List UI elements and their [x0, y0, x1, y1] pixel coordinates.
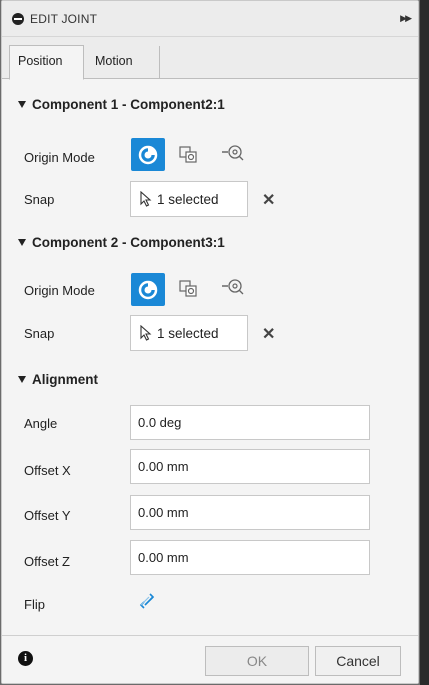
- caret-down-icon: [18, 376, 26, 383]
- component2-origin-mode-label: Origin Mode: [24, 283, 95, 298]
- component2-origin-mode-simple-button[interactable]: [131, 273, 165, 306]
- offset-z-label: Offset Z: [24, 554, 70, 569]
- flip-icon[interactable]: [138, 592, 156, 610]
- component1-snap-selection[interactable]: 1 selected: [130, 181, 248, 217]
- info-icon[interactable]: i: [18, 651, 33, 666]
- component1-between-two-faces-icon[interactable]: [178, 143, 202, 165]
- component1-origin-mode-simple-button[interactable]: [131, 138, 165, 171]
- title-bar: EDIT JOINT ▶▶: [2, 1, 418, 37]
- minus-circle-icon[interactable]: [12, 12, 24, 25]
- angle-label: Angle: [24, 416, 58, 431]
- alignment-header-label: Alignment: [32, 372, 98, 387]
- tab-bar: Position Motion: [2, 37, 418, 80]
- component2-snap-clear-icon[interactable]: ✕: [262, 324, 275, 344]
- cursor-arrow-icon: [140, 191, 152, 207]
- component2-header-label: Component 2 - Component3:1: [32, 235, 225, 250]
- component2-snap-label: Snap: [24, 326, 55, 341]
- dialog-title: EDIT JOINT: [30, 11, 98, 26]
- component1-snap-clear-icon[interactable]: ✕: [262, 190, 275, 210]
- offset-x-label: Offset X: [24, 463, 71, 478]
- component1-section-header[interactable]: Component 1 - Component2:1: [18, 97, 225, 112]
- tab-motion[interactable]: Motion: [87, 46, 160, 78]
- component2-between-two-faces-icon[interactable]: [178, 277, 202, 299]
- angle-input[interactable]: 0.0 deg: [130, 405, 370, 440]
- simple-origin-icon: [138, 145, 158, 164]
- simple-origin-icon: [138, 280, 158, 299]
- component1-two-edge-intersection-icon[interactable]: [221, 142, 245, 164]
- dialog-footer: i OK Cancel: [2, 635, 418, 683]
- background-strip: [420, 0, 429, 685]
- component2-snap-value: 1 selected: [157, 325, 219, 341]
- offset-z-input[interactable]: 0.00 mm: [130, 540, 370, 575]
- expand-icon[interactable]: ▶▶: [400, 13, 412, 24]
- offset-y-label: Offset Y: [24, 508, 71, 523]
- component1-snap-value: 1 selected: [157, 191, 219, 207]
- cursor-arrow-icon: [140, 325, 152, 341]
- caret-down-icon: [18, 101, 26, 108]
- flip-label: Flip: [24, 597, 45, 612]
- edit-joint-dialog: EDIT JOINT ▶▶ Position Motion Component …: [1, 0, 419, 684]
- offset-y-input[interactable]: 0.00 mm: [130, 495, 370, 530]
- offset-x-input[interactable]: 0.00 mm: [130, 449, 370, 484]
- dialog-content: Component 1 - Component2:1 Origin Mode S…: [2, 80, 418, 635]
- component2-two-edge-intersection-icon[interactable]: [221, 276, 245, 298]
- component2-section-header[interactable]: Component 2 - Component3:1: [18, 235, 225, 250]
- ok-button[interactable]: OK: [205, 646, 309, 676]
- component1-header-label: Component 1 - Component2:1: [32, 97, 225, 112]
- tab-position[interactable]: Position: [9, 45, 84, 80]
- component1-origin-mode-label: Origin Mode: [24, 150, 95, 165]
- caret-down-icon: [18, 239, 26, 246]
- cancel-button[interactable]: Cancel: [315, 646, 401, 676]
- alignment-section-header[interactable]: Alignment: [18, 372, 98, 387]
- component2-snap-selection[interactable]: 1 selected: [130, 315, 248, 351]
- component1-snap-label: Snap: [24, 192, 55, 207]
